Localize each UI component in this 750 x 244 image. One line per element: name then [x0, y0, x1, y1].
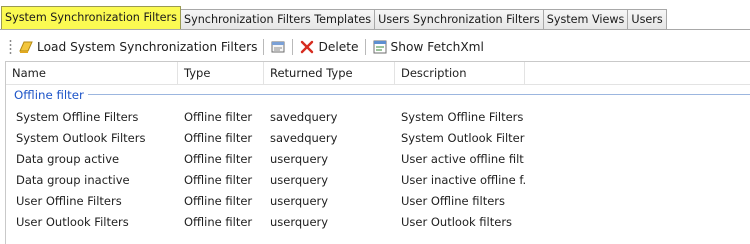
delete-x-icon: [299, 39, 315, 55]
group-divider: [87, 94, 750, 95]
list-row[interactable]: System Outlook Filters Offline filter sa…: [6, 128, 750, 149]
load-system-synchronization-filters-button[interactable]: Load System Synchronization Filters: [15, 36, 260, 58]
toolbar-separator: [364, 39, 366, 55]
tab-users-synchronization-filters[interactable]: Users Synchronization Filters: [374, 9, 544, 29]
filters-list-view[interactable]: Name Type Returned Type Description Offl…: [5, 61, 750, 244]
cell-type: Offline filter: [184, 152, 253, 166]
cell-returned-type: userquery: [270, 194, 329, 208]
column-header-returned-type[interactable]: Returned Type: [264, 62, 395, 84]
cell-returned-type: savedquery: [270, 110, 338, 124]
cell-returned-type: savedquery: [270, 131, 338, 145]
cell-type: Offline filter: [184, 173, 253, 187]
cell-name: User Outlook Filters: [16, 215, 129, 229]
cell-type: Offline filter: [184, 110, 253, 124]
show-fetchxml-button[interactable]: Show FetchXml: [369, 36, 487, 58]
cell-description: User Outlook filters: [401, 215, 513, 229]
toolbar-separator: [263, 39, 265, 55]
cell-name: Data group active: [16, 152, 120, 166]
fetchxml-icon: [372, 39, 388, 55]
group-header-offline-filter[interactable]: Offline filter: [14, 86, 750, 103]
cell-type: Offline filter: [184, 131, 253, 145]
delete-button[interactable]: Delete: [296, 36, 361, 58]
properties-button[interactable]: [267, 36, 289, 58]
cell-description: User Offline filters: [401, 194, 505, 208]
tab-users[interactable]: Users: [627, 9, 667, 29]
tab-system-synchronization-filters[interactable]: System Synchronization Filters: [1, 6, 181, 29]
cell-returned-type: userquery: [270, 215, 329, 229]
fetchxml-button-label: Show FetchXml: [390, 40, 484, 54]
toolbar-grip[interactable]: [9, 39, 12, 55]
cell-description: User inactive offline f...: [401, 173, 525, 187]
cell-returned-type: userquery: [270, 152, 329, 166]
list-row[interactable]: System Offline Filters Offline filter sa…: [6, 107, 750, 128]
tab-strip: System Synchronization Filters Synchroni…: [0, 0, 750, 30]
cell-description: System Outlook Filters: [401, 131, 525, 145]
cell-description: User active offline filt...: [401, 152, 525, 166]
filter-load-icon: [18, 39, 34, 55]
cell-description: System Offline Filters: [401, 110, 524, 124]
list-row[interactable]: User Outlook Filters Offline filter user…: [6, 212, 750, 233]
list-rows: System Offline Filters Offline filter sa…: [6, 107, 750, 233]
cell-type: Offline filter: [184, 215, 253, 229]
cell-name: User Offline Filters: [16, 194, 122, 208]
tab-synchronization-filters-templates[interactable]: Synchronization Filters Templates: [179, 9, 376, 29]
list-row[interactable]: Data group active Offline filter userque…: [6, 149, 750, 170]
list-header: Name Type Returned Type Description: [6, 62, 750, 85]
cell-type: Offline filter: [184, 194, 253, 208]
toolbar-separator: [292, 39, 294, 55]
cell-name: System Offline Filters: [16, 110, 139, 124]
toolbar: Load System Synchronization Filters Dele…: [0, 34, 750, 60]
list-row[interactable]: User Offline Filters Offline filter user…: [6, 191, 750, 212]
cell-returned-type: userquery: [270, 173, 329, 187]
delete-button-label: Delete: [318, 40, 359, 54]
column-header-description[interactable]: Description: [395, 62, 525, 84]
cell-name: System Outlook Filters: [16, 131, 146, 145]
column-header-name[interactable]: Name: [6, 62, 178, 84]
load-button-label: Load System Synchronization Filters: [37, 40, 258, 54]
column-header-filler: [525, 62, 750, 84]
cell-name: Data group inactive: [16, 173, 130, 187]
tab-strip-divider: [0, 29, 750, 30]
properties-icon: [270, 39, 286, 55]
column-header-type[interactable]: Type: [178, 62, 264, 84]
tab-system-views[interactable]: System Views: [542, 9, 629, 29]
group-label: Offline filter: [14, 87, 84, 102]
list-row[interactable]: Data group inactive Offline filter userq…: [6, 170, 750, 191]
